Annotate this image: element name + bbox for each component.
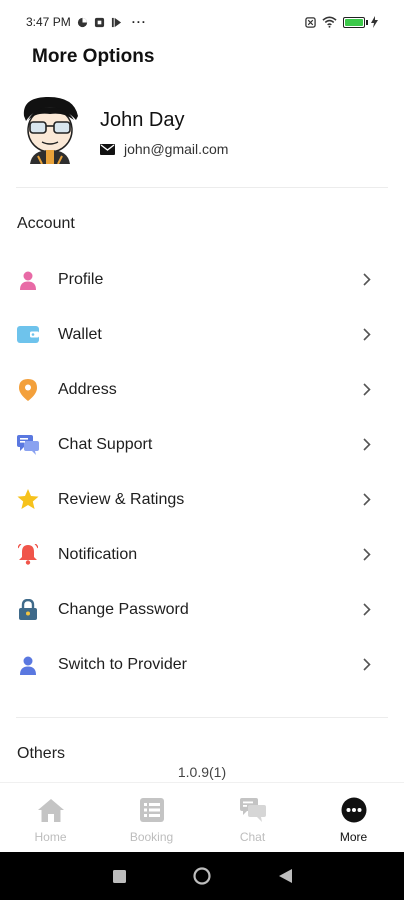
chevron-right-icon	[360, 658, 374, 672]
wifi-icon	[322, 16, 337, 28]
recents-button[interactable]	[110, 867, 128, 885]
divider	[16, 717, 388, 718]
app-version: 1.0.9(1)	[177, 764, 227, 780]
mail-icon	[100, 143, 115, 155]
nav-chat[interactable]: Chat	[202, 783, 303, 852]
home-button[interactable]	[193, 867, 211, 885]
menu-label: Notification	[58, 545, 138, 563]
system-nav-bar	[0, 852, 404, 900]
status-app-icon	[94, 17, 104, 27]
menu-item-notification[interactable]: Notification	[0, 527, 404, 582]
chat-icon	[239, 797, 266, 823]
menu-item-address[interactable]: Address	[0, 362, 404, 417]
sim-off-icon	[305, 16, 316, 28]
email-row: john@gmail.com	[100, 141, 228, 157]
home-icon	[37, 797, 64, 823]
bell-icon	[17, 544, 39, 566]
chevron-right-icon	[360, 273, 374, 287]
chevron-right-icon	[360, 383, 374, 397]
more-dots-icon	[341, 797, 367, 823]
section-title-account: Account	[17, 215, 75, 232]
chat-support-icon	[17, 434, 39, 456]
chevron-right-icon	[360, 603, 374, 617]
menu-label: Profile	[58, 270, 104, 288]
menu-label: Review & Ratings	[58, 490, 185, 508]
nav-label: Chat	[239, 830, 266, 844]
battery-icon	[343, 16, 368, 28]
person-icon	[17, 269, 39, 291]
bottom-nav: Home Booking Chat More	[0, 782, 404, 852]
nav-label: Home	[34, 830, 67, 844]
menu-item-chat-support[interactable]: Chat Support	[0, 417, 404, 472]
booking-list-icon	[139, 797, 165, 823]
menu-label: Address	[58, 380, 117, 398]
status-bar: 3:47 PM ···	[0, 0, 404, 44]
chevron-right-icon	[360, 438, 374, 452]
status-app-icon	[77, 17, 87, 27]
menu-item-profile[interactable]: Profile	[0, 252, 404, 307]
nav-booking[interactable]: Booking	[101, 783, 202, 852]
chevron-right-icon	[360, 328, 374, 342]
account-menu: Profile Wallet Address Chat Support Revi…	[0, 252, 404, 692]
person-switch-icon	[17, 654, 39, 676]
profile-header[interactable]: John Day john@gmail.com	[16, 94, 388, 166]
menu-label: Wallet	[58, 325, 102, 343]
page-title: More Options	[32, 46, 155, 67]
status-play-icon	[111, 17, 121, 27]
chevron-right-icon	[360, 548, 374, 562]
menu-label: Switch to Provider	[58, 655, 187, 673]
nav-label: Booking	[129, 830, 174, 844]
menu-item-review-ratings[interactable]: Review & Ratings	[0, 472, 404, 527]
avatar[interactable]	[16, 94, 84, 164]
star-icon	[17, 489, 39, 511]
nav-label: More	[339, 830, 368, 844]
nav-more[interactable]: More	[303, 783, 404, 852]
menu-item-switch-provider[interactable]: Switch to Provider	[0, 637, 404, 692]
nav-home[interactable]: Home	[0, 783, 101, 852]
wallet-icon	[17, 324, 39, 346]
menu-item-wallet[interactable]: Wallet	[0, 307, 404, 362]
chevron-right-icon	[360, 493, 374, 507]
lock-icon	[17, 599, 39, 621]
status-right	[305, 16, 378, 28]
menu-label: Change Password	[58, 600, 189, 618]
section-title-others: Others	[17, 745, 66, 762]
divider	[16, 187, 388, 188]
user-name: John Day	[100, 109, 185, 131]
back-button[interactable]	[276, 867, 294, 885]
status-left: 3:47 PM ···	[26, 15, 147, 29]
status-time: 3:47 PM	[26, 15, 71, 29]
menu-label: Chat Support	[58, 435, 153, 453]
location-pin-icon	[17, 378, 39, 401]
user-email: john@gmail.com	[124, 141, 229, 157]
charging-icon	[371, 16, 378, 28]
status-overflow: ···	[131, 15, 147, 29]
menu-item-change-password[interactable]: Change Password	[0, 582, 404, 637]
